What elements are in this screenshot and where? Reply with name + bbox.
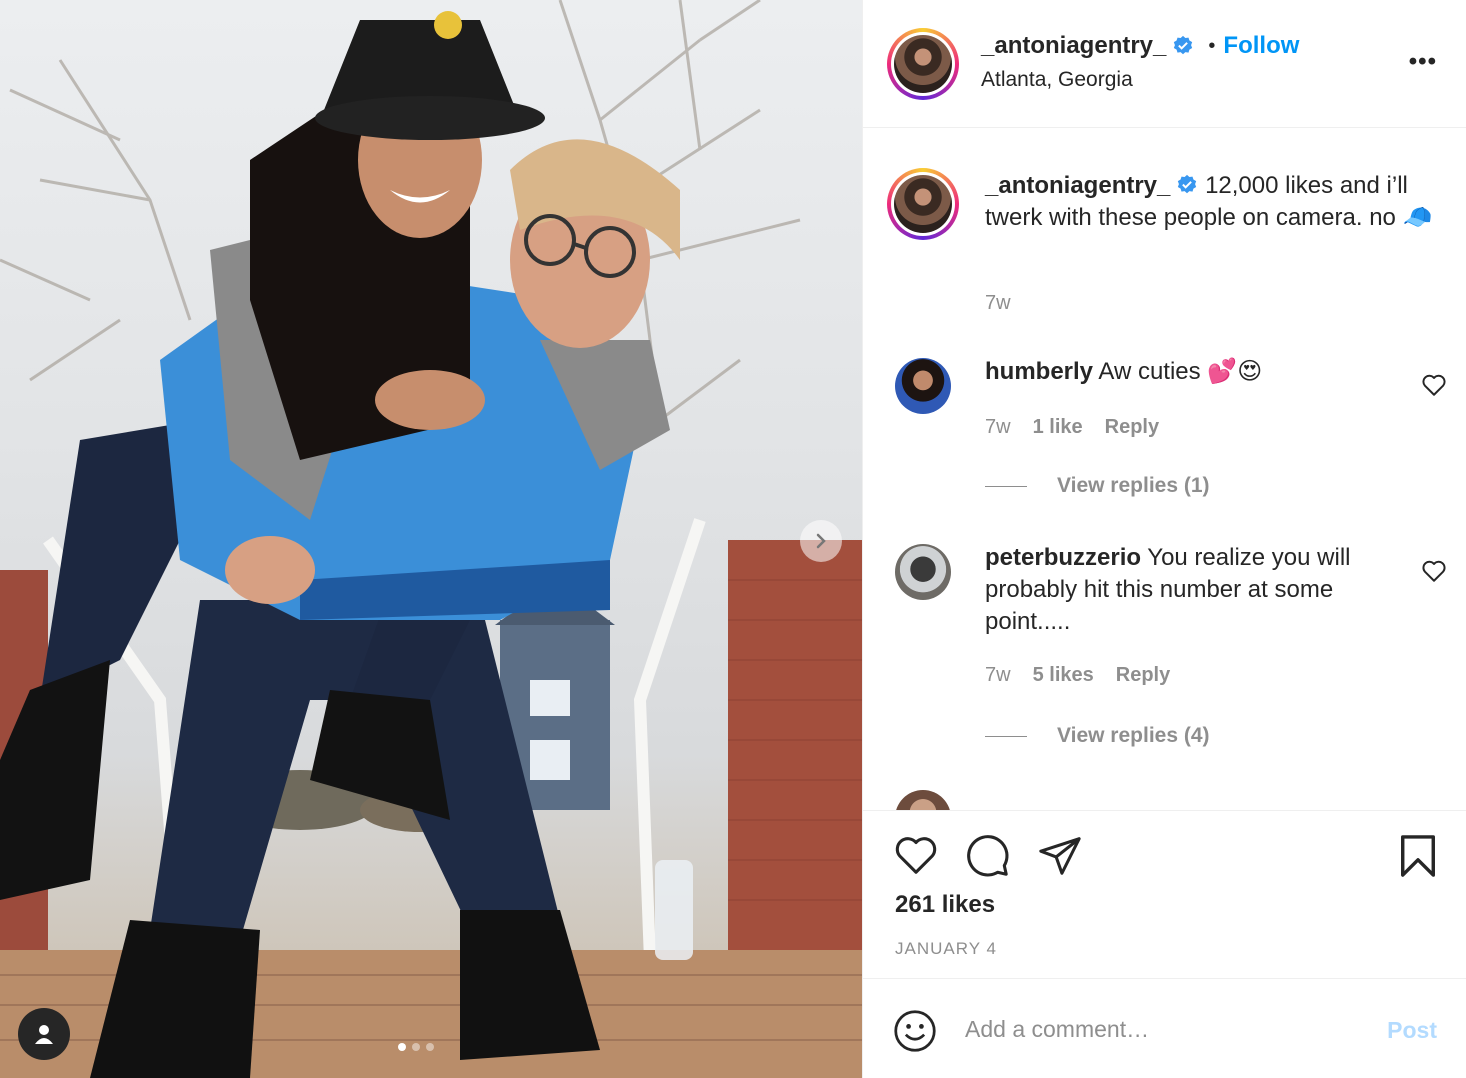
separator-dot: •: [1208, 34, 1216, 57]
comment-text: Aw cuties 💕😍: [1098, 358, 1263, 385]
bookmark-icon[interactable]: [1397, 833, 1439, 879]
post-location[interactable]: Atlanta, Georgia: [981, 68, 1133, 92]
comment-like-count[interactable]: 5 likes: [1033, 664, 1094, 687]
post-sidebar: _antoniagentry_ • Follow Atlanta, Georgi…: [862, 0, 1466, 1078]
carousel-dot: [412, 1043, 420, 1051]
comment-username[interactable]: humberly: [985, 358, 1093, 385]
user-tag-icon: [35, 1025, 53, 1044]
comment-like-count[interactable]: 1 like: [1033, 416, 1083, 439]
verified-badge-icon: [1174, 35, 1193, 55]
comment-like-heart-icon[interactable]: [1421, 373, 1447, 397]
comment-time[interactable]: 7w: [985, 416, 1011, 439]
commenter-avatar[interactable]: [895, 358, 951, 414]
more-options-icon[interactable]: •••: [1409, 48, 1437, 76]
post-actions: 261 likes JANUARY 4: [863, 810, 1466, 978]
carousel-dot: [426, 1043, 434, 1051]
user-tags-button[interactable]: [18, 1008, 70, 1060]
caption-time[interactable]: 7w: [985, 292, 1011, 315]
comment-meta: 7w 5 likes Reply: [985, 664, 1170, 687]
replies-divider-line: [985, 735, 1027, 737]
caption-text-block: _antoniagentry_ 12,000 likes and i’ll tw…: [985, 170, 1445, 234]
emoji-icon[interactable]: [893, 1009, 937, 1053]
post-photo[interactable]: [0, 0, 862, 1078]
carousel-dots: [398, 1043, 434, 1051]
reply-button[interactable]: Reply: [1105, 416, 1159, 439]
reply-button[interactable]: Reply: [1116, 664, 1170, 687]
commenter-avatar[interactable]: [895, 544, 951, 600]
comment-input[interactable]: [965, 1009, 1345, 1049]
view-replies-label: View replies (1): [1057, 474, 1210, 497]
carousel-dot-active: [398, 1043, 406, 1051]
comment-composer: Post: [863, 978, 1466, 1078]
commenter-avatar[interactable]: [895, 790, 951, 810]
caption-meta: 7w: [985, 292, 1011, 315]
caption-author-avatar[interactable]: [887, 168, 959, 240]
photo-scene: [0, 0, 862, 1078]
view-replies-button[interactable]: View replies (4): [985, 724, 1210, 748]
next-photo-button[interactable]: [800, 520, 842, 562]
follow-button[interactable]: Follow: [1223, 32, 1299, 60]
comment-meta: 7w 1 like Reply: [985, 416, 1159, 439]
comment-text-block: humberly Aw cuties 💕😍: [985, 356, 1405, 388]
chevron-right-icon: [816, 533, 826, 549]
verified-badge-icon: [1178, 174, 1197, 194]
comment-icon[interactable]: [965, 833, 1011, 879]
heart-icon[interactable]: [893, 833, 939, 877]
comments-list[interactable]: _antoniagentry_ 12,000 likes and i’ll tw…: [863, 128, 1466, 810]
view-replies-label: View replies (4): [1057, 724, 1210, 747]
comment-text-block: peterbuzzerio You realize you will proba…: [985, 542, 1405, 638]
post-comment-button[interactable]: Post: [1387, 1017, 1437, 1044]
post-date[interactable]: JANUARY 4: [895, 939, 997, 959]
author-avatar[interactable]: [887, 28, 959, 100]
post-header: _antoniagentry_ • Follow Atlanta, Georgi…: [863, 0, 1466, 128]
comment-time[interactable]: 7w: [985, 664, 1011, 687]
view-replies-button[interactable]: View replies (1): [985, 474, 1210, 498]
author-username[interactable]: _antoniagentry_: [981, 32, 1166, 60]
replies-divider-line: [985, 485, 1027, 487]
caption-username[interactable]: _antoniagentry_: [985, 172, 1170, 199]
share-icon[interactable]: [1037, 833, 1083, 879]
likes-count[interactable]: 261 likes: [895, 891, 995, 919]
comment-like-heart-icon[interactable]: [1421, 559, 1447, 583]
comment-username[interactable]: peterbuzzerio: [985, 544, 1141, 571]
